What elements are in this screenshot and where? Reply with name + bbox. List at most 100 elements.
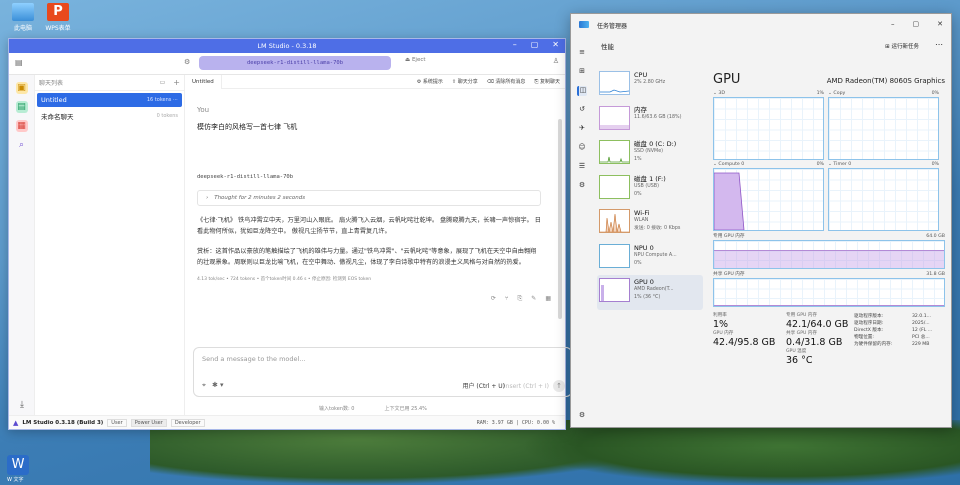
you-label: You xyxy=(197,106,210,114)
status-bar: ▲ LM Studio 0.3.18 (Build 3) User Power … xyxy=(9,415,565,429)
message-composer: Send a message to the model... ⌖ ✱ ▾ 用户 (… xyxy=(193,347,572,397)
resource-wifi[interactable]: Wi-Fi WLAN 发送: 0 接收: 0 Kbps xyxy=(597,206,703,241)
resource-memory[interactable]: 内存 11.6/63.6 GB (18%) xyxy=(597,103,703,138)
gpu-model: AMD Radeon(TM) 8060S Graphics xyxy=(826,77,945,85)
task-manager-icon xyxy=(579,21,589,28)
more-icon[interactable]: ⋯ xyxy=(173,97,178,103)
tools-icon[interactable]: ✱ ▾ xyxy=(212,381,224,390)
assistant-poem: 《七律·飞机》 铁鸟冲霄立中天，万里河山入眼底。 扇火腾飞入云烟，云帆叱咤壮乾坤… xyxy=(197,217,541,235)
services-icon[interactable]: ⚙ xyxy=(577,181,587,191)
send-icon[interactable]: ↑ xyxy=(553,380,565,392)
chat-list: 聊天列表 ▭ + Untitled 16 tokens ⋯ 未命名聊天 0 to… xyxy=(35,75,185,415)
hamburger-icon[interactable]: ≡ xyxy=(577,48,587,58)
page-title: 性能 xyxy=(601,43,614,51)
new-folder-icon[interactable]: ▭ xyxy=(160,79,166,86)
monitor-icon xyxy=(12,3,34,21)
close-icon[interactable]: ✕ xyxy=(552,40,559,49)
maximize-icon[interactable]: ▢ xyxy=(913,20,920,28)
lmstudio-logo-icon: ▲ xyxy=(13,418,19,427)
maximize-icon[interactable]: ▢ xyxy=(531,40,539,49)
startup-icon[interactable]: ✈ xyxy=(577,124,587,134)
chat-list-header: 聊天列表 ▭ + xyxy=(35,75,184,91)
cpu-thumbnail xyxy=(599,71,630,95)
graph-timer[interactable] xyxy=(828,168,939,231)
mode-user[interactable]: User xyxy=(107,418,127,427)
dedicated-memory-graph[interactable] xyxy=(713,240,945,269)
clear-messages-button[interactable]: ⌫ 清除所有消息 xyxy=(487,78,526,85)
desktop-icon-wps[interactable]: P WPS表单 xyxy=(38,3,78,32)
app-history-icon[interactable]: ↺ xyxy=(577,105,587,115)
attachment-icon[interactable]: ⌖ xyxy=(202,381,206,390)
shared-memory-graph[interactable] xyxy=(713,278,945,307)
performance-icon[interactable]: ◫ xyxy=(577,86,587,96)
tm-command-bar: 性能 ⊞ 运行新任务 ⋯ xyxy=(571,36,951,56)
system-prompt-button[interactable]: ⚙ 系统提示 xyxy=(417,78,443,85)
new-chat-icon[interactable]: + xyxy=(173,78,180,87)
run-new-task-button[interactable]: ⊞ 运行新任务 xyxy=(885,42,919,50)
settings-icon[interactable]: ⚙ xyxy=(184,58,190,66)
generation-stats: 4.13 tok/sec • 724 tokens • 首个token时间 0.… xyxy=(197,277,372,282)
desktop-icon-this-pc[interactable]: 此电脑 xyxy=(3,3,43,32)
chevron-right-icon: › xyxy=(206,195,209,201)
resource-disk-0[interactable]: 磁盘 0 (C: D:) SSD (NVMe) 1% xyxy=(597,137,703,172)
wps-icon: P xyxy=(47,3,69,21)
gpu-thumbnail xyxy=(599,278,630,302)
edit-icon[interactable]: ✎ xyxy=(531,295,536,303)
user-icon[interactable]: ♙ xyxy=(553,57,559,65)
copy-chat-button[interactable]: ⎘ 复制聊天 xyxy=(534,78,560,85)
tm-title-bar: 任务管理器 – ▢ ✕ xyxy=(571,14,951,36)
models-folder-icon[interactable]: ▦ xyxy=(15,120,28,132)
insert-button[interactable]: Insert (Ctrl + I) xyxy=(504,383,549,390)
developer-icon[interactable]: ▤ xyxy=(15,101,28,113)
model-toolbar: ▤ ⚙ deepseek-r1-distill-llama-70b ⏏ Ejec… xyxy=(9,53,565,75)
chat-icon[interactable]: ▣ xyxy=(15,82,28,94)
graph-compute[interactable] xyxy=(713,168,824,231)
chat-tabbar: Untitled ⚙ 系统提示 ⇪ 聊天分享 ⌫ 清除所有消息 ⎘ 复制聊天 xyxy=(185,74,565,89)
share-chat-button[interactable]: ⇪ 聊天分享 xyxy=(452,78,478,85)
disk1-thumbnail xyxy=(599,174,630,199)
sidebar-toggle-icon[interactable]: ▤ xyxy=(15,58,23,67)
resource-list: CPU 2% 2.80 GHz 内存 11.6/63.6 GB (18%) 磁盘 0… xyxy=(597,68,703,310)
wifi-thumbnail xyxy=(599,209,630,233)
download-icon[interactable]: ⤓ xyxy=(16,399,28,411)
processes-icon[interactable]: ⊞ xyxy=(577,67,587,77)
users-icon[interactable]: ☺ xyxy=(577,143,587,153)
details-icon[interactable]: ☰ xyxy=(577,162,587,172)
mode-power-user[interactable]: Power User xyxy=(130,418,167,427)
eject-button[interactable]: ⏏ Eject xyxy=(405,57,426,63)
gpu-detail: GPU AMD Radeon(TM) 8060S Graphics ⌄ 3D 1%… xyxy=(713,72,945,366)
delete-icon[interactable]: ▦ xyxy=(545,295,551,303)
chat-item[interactable]: Untitled 16 tokens ⋯ xyxy=(37,93,182,107)
chat-scrollbar[interactable] xyxy=(557,89,563,339)
close-icon[interactable]: ✕ xyxy=(937,20,943,28)
message-actions: ⟳ ⑂ ⎘ ✎ ▦ xyxy=(491,295,551,303)
thought-toggle[interactable]: › Thought for 2 minutes 2 seconds xyxy=(197,190,541,206)
resource-gpu[interactable]: GPU 0 AMD Radeon(T... 1% (36 °C) xyxy=(597,275,703,310)
tab-untitled[interactable]: Untitled xyxy=(185,74,222,89)
graph-3d[interactable] xyxy=(713,97,824,160)
regenerate-icon[interactable]: ⟳ xyxy=(491,295,496,303)
graph-copy[interactable] xyxy=(828,97,939,160)
minimize-icon[interactable]: – xyxy=(891,20,895,28)
lm-studio-window: LM Studio - 0.3.18 – ▢ ✕ ▤ ⚙ deepseek-r1-d… xyxy=(8,38,572,430)
resource-disk-1[interactable]: 磁盘 1 (F:) USB (USB) 0% xyxy=(597,172,703,207)
model-selector[interactable]: deepseek-r1-distill-llama-70b xyxy=(199,56,391,70)
task-manager-window: 任务管理器 – ▢ ✕ 性能 ⊞ 运行新任务 ⋯ ≡ ⊞ ◫ ↺ ✈ ☺ ☰ ⚙ ⚙… xyxy=(570,13,952,428)
user-message: 模仿李白的风格写一首七律 飞机 xyxy=(197,123,298,131)
resource-npu[interactable]: NPU 0 NPU Compute A... 0% xyxy=(597,241,703,276)
role-user-button[interactable]: 用户 (Ctrl + U) xyxy=(463,381,506,390)
chat-tools: ⚙ 系统提示 ⇪ 聊天分享 ⌫ 清除所有消息 ⎘ 复制聊天 xyxy=(417,78,565,85)
mode-developer[interactable]: Developer xyxy=(170,418,205,427)
resource-cpu[interactable]: CPU 2% 2.80 GHz xyxy=(597,68,703,103)
chat-item[interactable]: 未命名聊天 0 tokens xyxy=(37,109,182,123)
minimize-icon[interactable]: – xyxy=(513,40,517,49)
copy-icon[interactable]: ⎘ xyxy=(517,295,522,303)
branch-icon[interactable]: ⑂ xyxy=(505,295,509,303)
disk0-thumbnail xyxy=(599,140,630,164)
message-input[interactable]: Send a message to the model... xyxy=(202,355,306,363)
search-icon[interactable]: ⌕ xyxy=(16,139,28,151)
assistant-model-label: deepseek-r1-distill-llama-70b xyxy=(197,174,294,180)
wps-writer-icon[interactable]: W xyxy=(7,455,29,475)
settings-icon[interactable]: ⚙ xyxy=(577,411,587,421)
more-icon[interactable]: ⋯ xyxy=(935,40,943,49)
